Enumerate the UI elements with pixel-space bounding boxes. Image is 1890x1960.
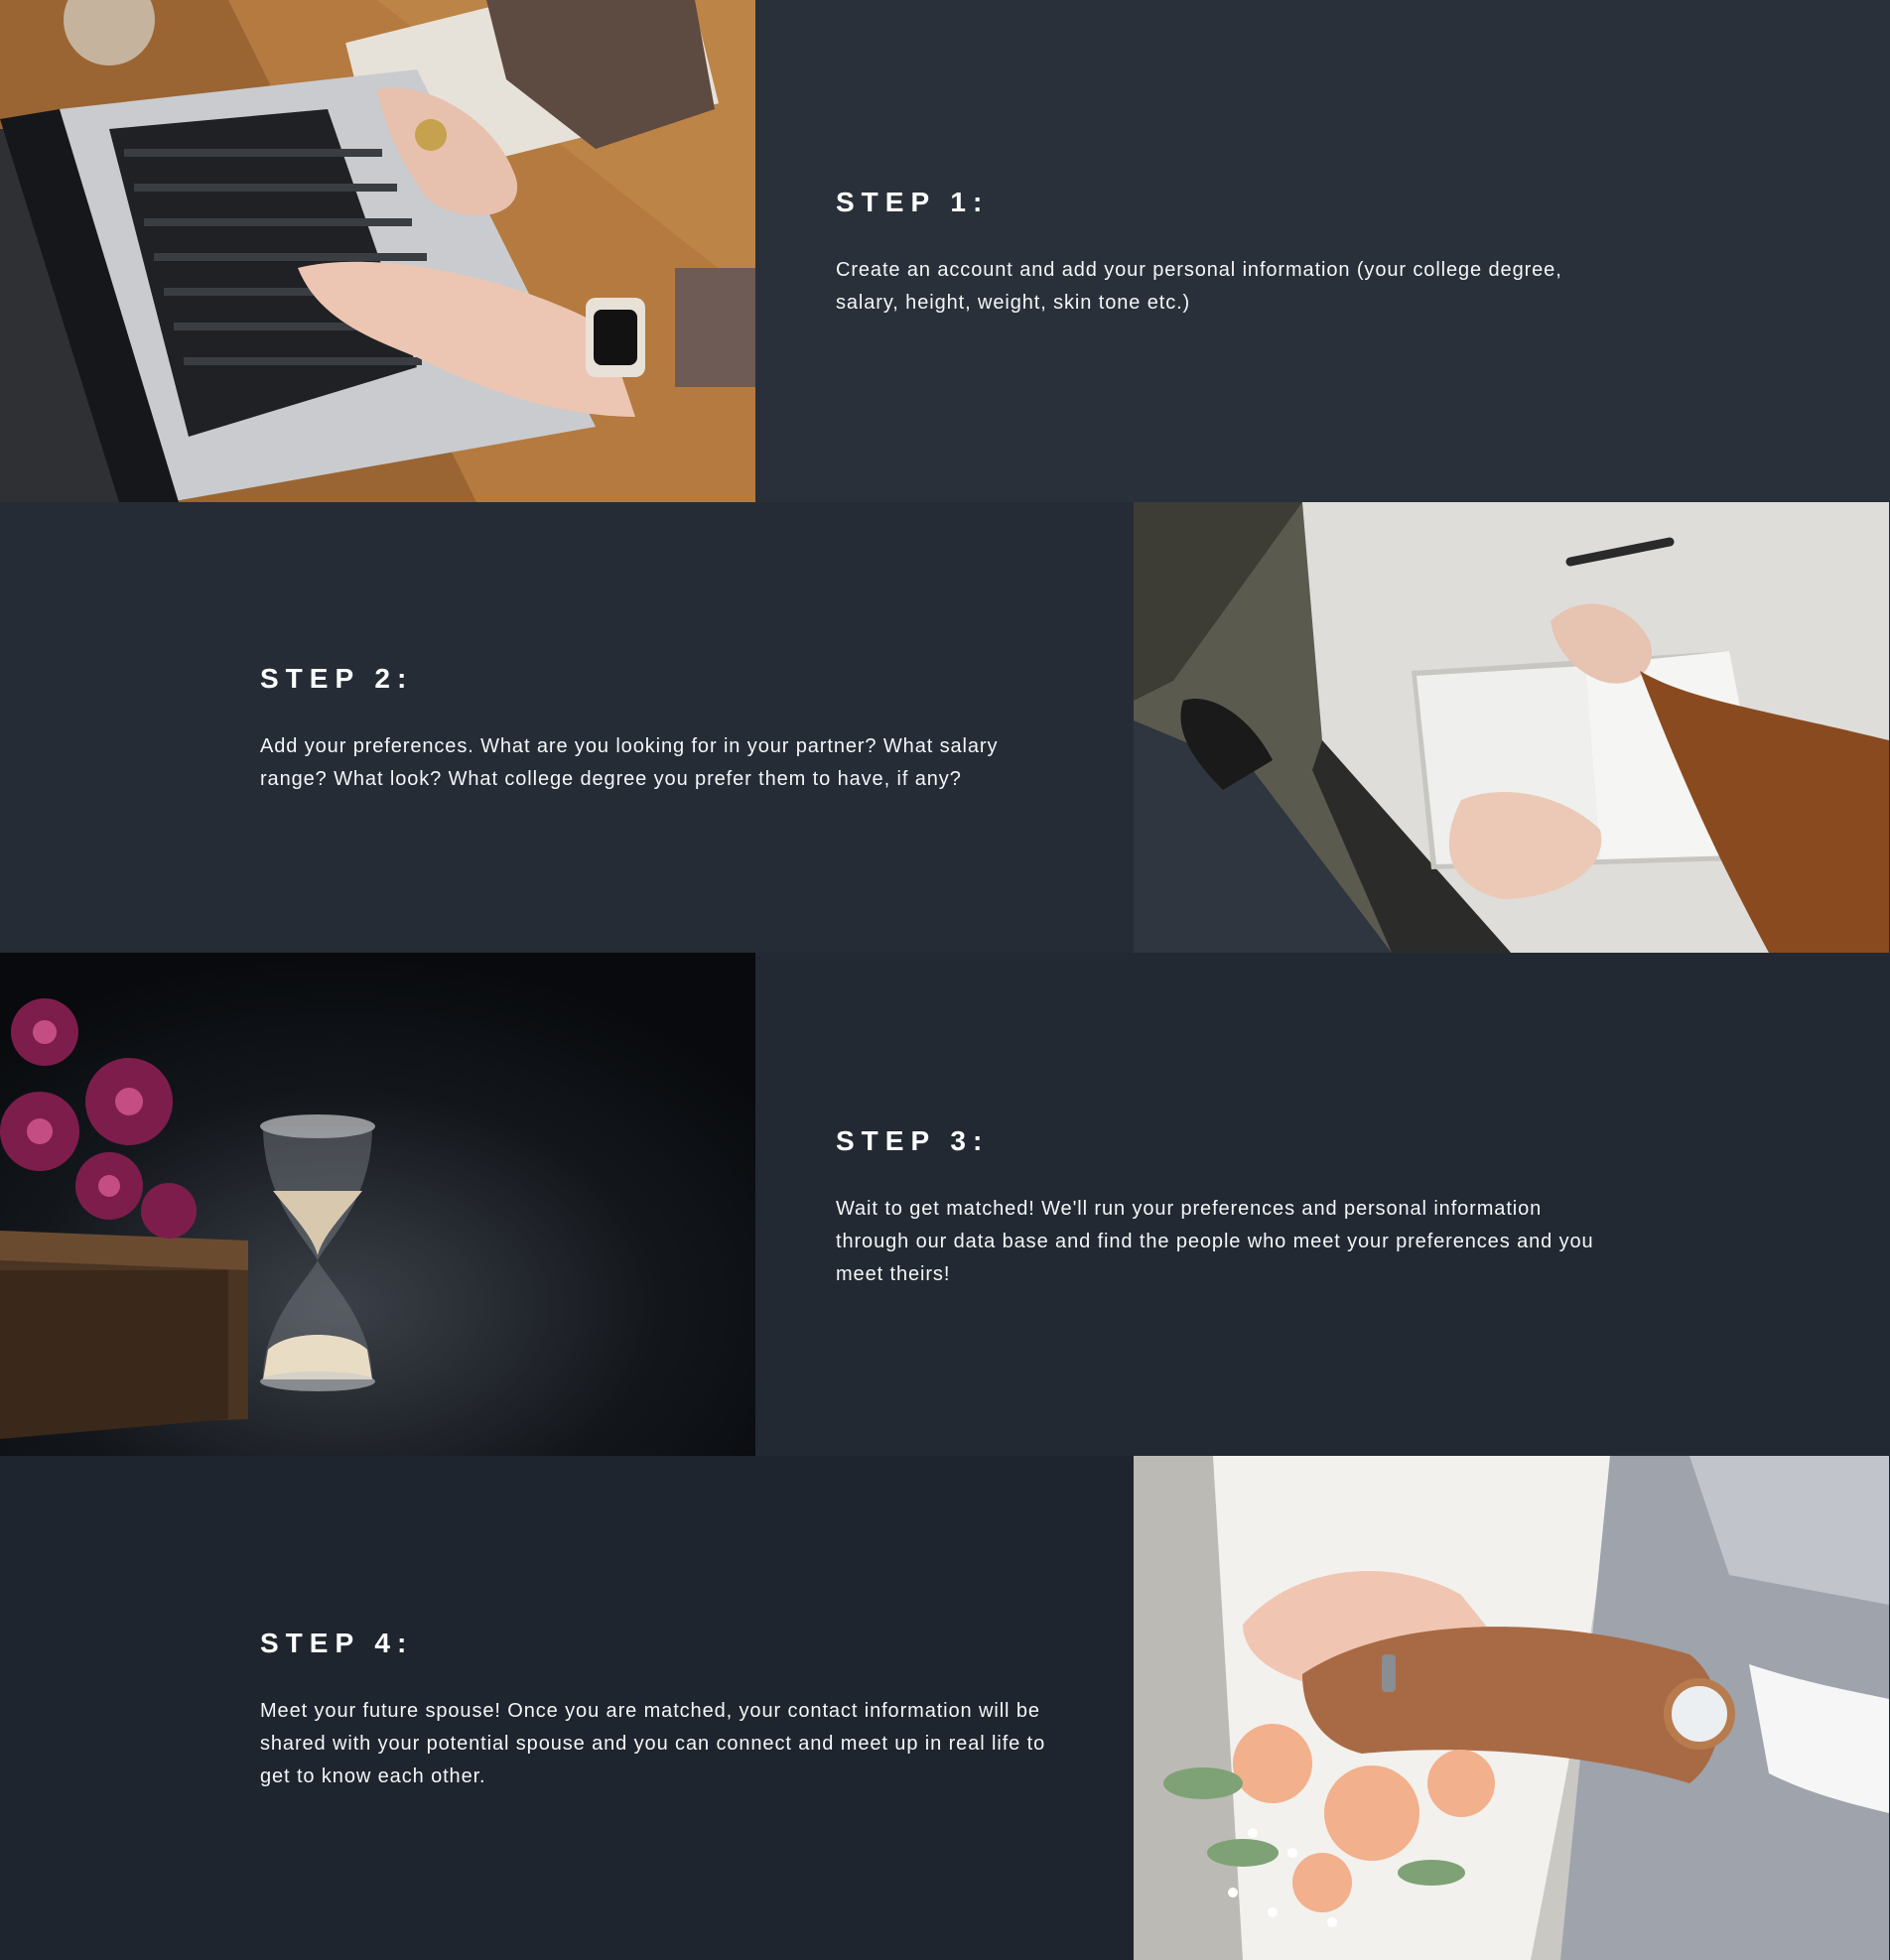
step-1-description: Create an account and add your personal … bbox=[836, 259, 1562, 314]
step-4-row: STEP 4: Meet your future spouse! Once yo… bbox=[0, 1456, 1890, 1960]
step-4-description: Meet your future spouse! Once you are ma… bbox=[260, 1700, 1046, 1787]
step-2-row: STEP 2: Add your preferences. What are y… bbox=[0, 502, 1890, 953]
step-3-description: Wait to get matched! We'll run your pref… bbox=[836, 1198, 1594, 1285]
step-2-description: Add your preferences. What are you looki… bbox=[260, 735, 999, 790]
step-3-text: STEP 3: Wait to get matched! We'll run y… bbox=[836, 1127, 1620, 1291]
laptop-typing-photo bbox=[0, 0, 755, 502]
step-2-title: STEP 2: bbox=[260, 663, 414, 694]
hourglass-photo bbox=[0, 953, 755, 1456]
wedding-hands-photo bbox=[1134, 1456, 1889, 1960]
step-4-title: STEP 4: bbox=[260, 1628, 414, 1658]
step-1-title: STEP 1: bbox=[836, 187, 990, 217]
writing-notebook-photo bbox=[1134, 502, 1889, 953]
step-3-row: STEP 3: Wait to get matched! We'll run y… bbox=[0, 953, 1890, 1456]
step-4-text: STEP 4: Meet your future spouse! Once yo… bbox=[260, 1630, 1054, 1793]
step-3-title: STEP 3: bbox=[836, 1125, 990, 1156]
how-it-works-section: STEP 1: Create an account and add your p… bbox=[0, 0, 1890, 1960]
step-2-text: STEP 2: Add your preferences. What are y… bbox=[260, 665, 1054, 796]
step-1-row: STEP 1: Create an account and add your p… bbox=[0, 0, 1890, 502]
step-1-text: STEP 1: Create an account and add your p… bbox=[836, 189, 1620, 320]
